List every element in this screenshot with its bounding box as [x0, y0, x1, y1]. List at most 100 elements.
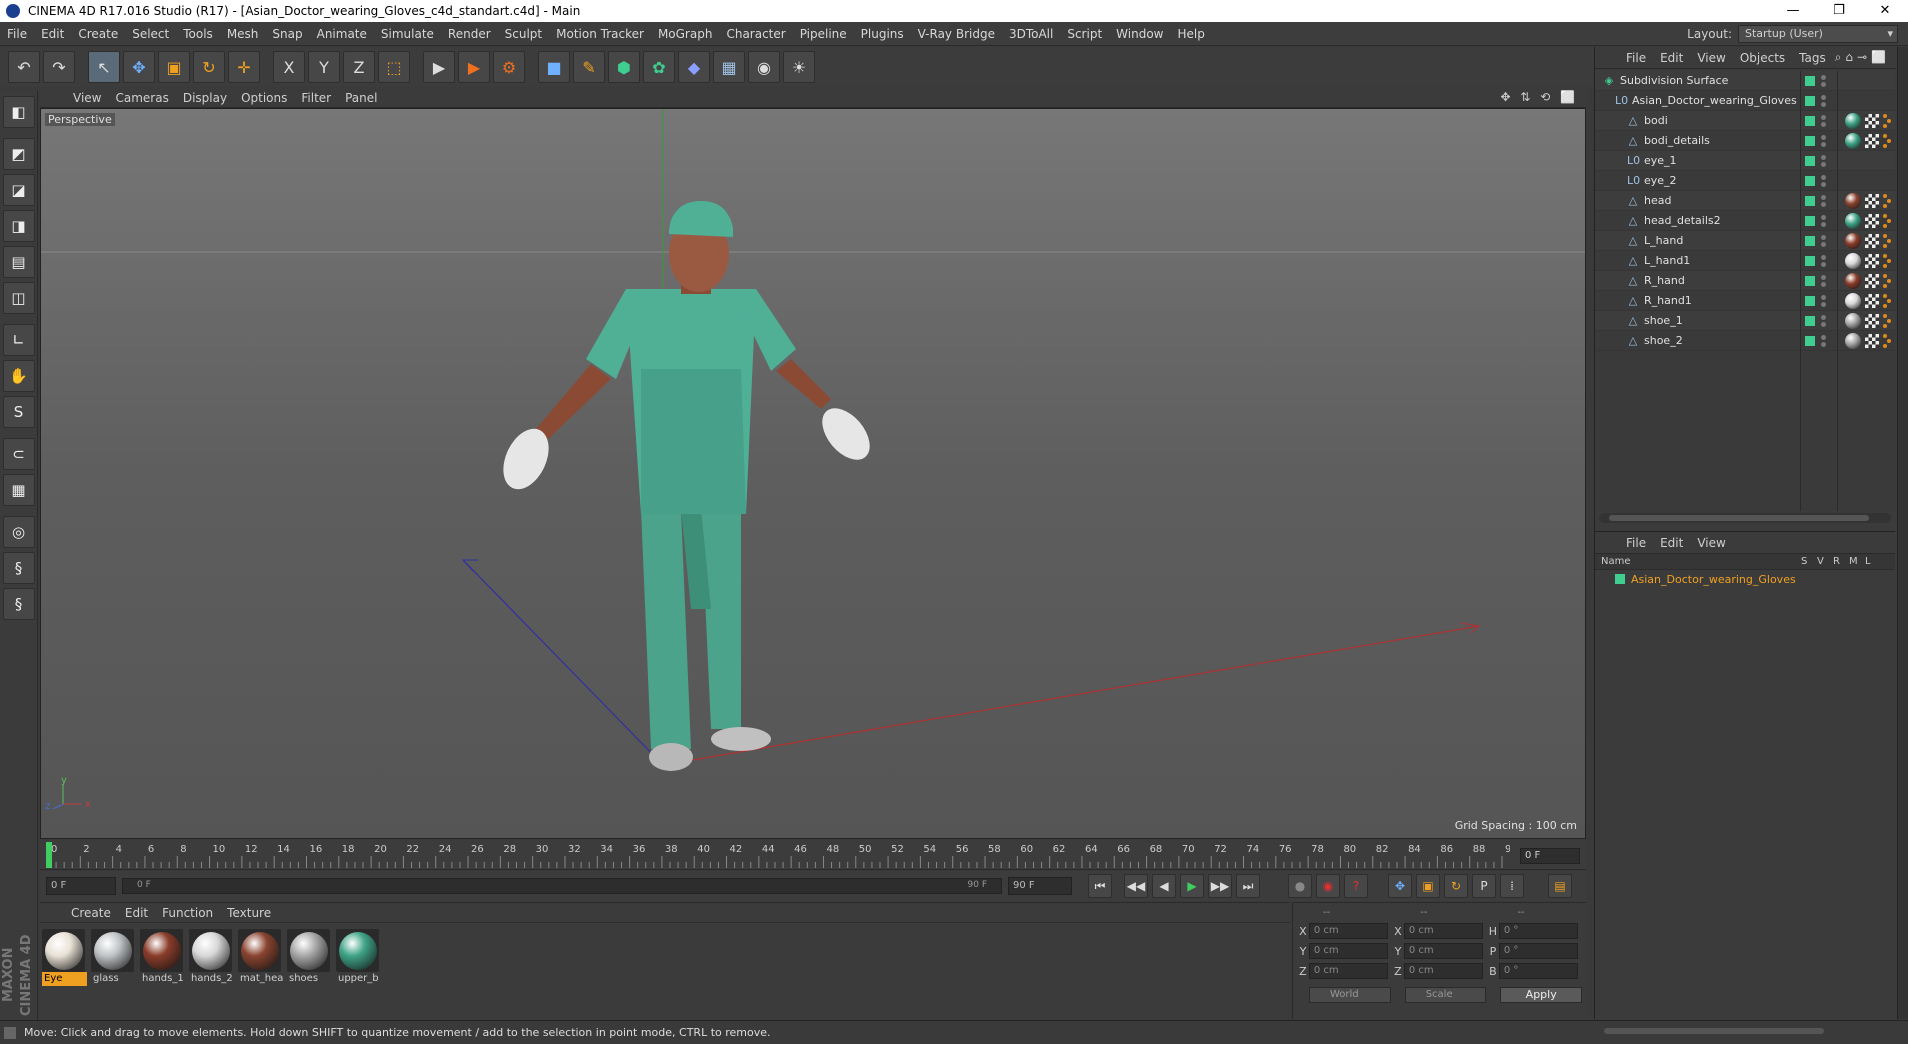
previous-frame-button[interactable]: ◀: [1152, 874, 1176, 898]
object-row[interactable]: △ head_details2: [1595, 211, 1895, 231]
render-settings-button[interactable]: ⚙: [493, 51, 525, 83]
minimize-button[interactable]: —: [1770, 0, 1816, 22]
editor-visibility-icon[interactable]: [1821, 115, 1826, 120]
rotate-tool-button[interactable]: ↻: [193, 51, 225, 83]
coord-value-field[interactable]: 0 cm: [1308, 943, 1388, 959]
render-visibility-icon[interactable]: [1821, 342, 1826, 347]
render-visibility-icon[interactable]: [1821, 102, 1826, 107]
axis-mode-icon[interactable]: ✋: [2, 360, 35, 392]
layer-toggle-icon[interactable]: [1805, 116, 1815, 126]
material-menu-create[interactable]: Create: [64, 906, 118, 920]
layer-toggle-icon[interactable]: [1805, 216, 1815, 226]
menu-help[interactable]: Help: [1170, 27, 1211, 41]
material-tag-icon[interactable]: [1845, 233, 1861, 249]
object-menu-view[interactable]: View: [1690, 51, 1732, 65]
coord-value-field[interactable]: 0 °: [1498, 943, 1578, 959]
layer-toggle-icon[interactable]: [1805, 156, 1815, 166]
render-view-button[interactable]: ▶: [423, 51, 455, 83]
timeline-ruler[interactable]: 0 2 4 6 8 10 12 14 16 18 20 22 24 26 28 30 32 34 36 38 40 42 4…: [40, 840, 1586, 870]
editor-visibility-icon[interactable]: [1821, 75, 1826, 80]
viewport-menu-panel[interactable]: Panel: [338, 91, 384, 105]
render-visibility-icon[interactable]: [1821, 262, 1826, 267]
menu-edit[interactable]: Edit: [34, 27, 71, 41]
menu-window[interactable]: Window: [1109, 27, 1170, 41]
material-swatch[interactable]: glass: [91, 929, 136, 986]
keyframe-selection-icon[interactable]: ?: [1344, 874, 1368, 898]
layer-toggle-icon[interactable]: [1805, 196, 1815, 206]
object-row[interactable]: △ R_hand1: [1595, 291, 1895, 311]
object-menu-objects[interactable]: Objects: [1733, 51, 1792, 65]
menu-pipeline[interactable]: Pipeline: [793, 27, 854, 41]
editor-visibility-icon[interactable]: [1821, 135, 1826, 140]
material-menu-edit[interactable]: Edit: [118, 906, 155, 920]
cloner-button[interactable]: ✿: [643, 51, 675, 83]
material-tag-icon[interactable]: [1845, 133, 1861, 149]
object-row[interactable]: △ head: [1595, 191, 1895, 211]
python-script2-icon[interactable]: §: [2, 588, 35, 620]
render-visibility-icon[interactable]: [1821, 142, 1826, 147]
move-tool-button[interactable]: ✥: [123, 51, 155, 83]
tweak-mode-icon[interactable]: S: [2, 396, 35, 428]
texture-tag-icon[interactable]: [1865, 254, 1879, 268]
editor-visibility-icon[interactable]: [1821, 95, 1826, 100]
material-tag-icon[interactable]: [1845, 333, 1861, 349]
material-tag-icon[interactable]: [1845, 313, 1861, 329]
pen-spline-button[interactable]: ✎: [573, 51, 605, 83]
texture-tag-icon[interactable]: [1865, 294, 1879, 308]
previous-keyframe-button[interactable]: ◀◀: [1124, 874, 1148, 898]
coord-value-field[interactable]: 0 cm: [1403, 943, 1483, 959]
end-frame-field[interactable]: 90 F: [1008, 877, 1072, 895]
viewport-menu-view[interactable]: View: [66, 91, 108, 105]
material-swatch[interactable]: hands_1: [140, 929, 185, 986]
render-visibility-icon[interactable]: [1821, 82, 1826, 87]
select-tool-button[interactable]: ↖: [88, 51, 120, 83]
texture-tag-icon[interactable]: [1865, 134, 1879, 148]
layer-toggle-icon[interactable]: [1805, 76, 1815, 86]
scale-tool-button[interactable]: ▣: [158, 51, 190, 83]
y-axis-lock-button[interactable]: Y: [308, 51, 340, 83]
menu-tools[interactable]: Tools: [176, 27, 220, 41]
size-mode-dropdown[interactable]: Scale: [1404, 987, 1487, 1003]
material-menu-texture[interactable]: Texture: [220, 906, 278, 920]
editor-visibility-icon[interactable]: [1821, 215, 1826, 220]
frame-range-slider[interactable]: 0 F 90 F: [122, 878, 1002, 894]
material-swatch[interactable]: shoes: [287, 929, 332, 986]
subdivision-surface-button[interactable]: ⬢: [608, 51, 640, 83]
rotation-key-icon[interactable]: ↻: [1444, 874, 1468, 898]
parameter-key-icon[interactable]: P: [1472, 874, 1496, 898]
undo-button[interactable]: ↶: [8, 51, 40, 83]
render-visibility-icon[interactable]: [1821, 162, 1826, 167]
object-row[interactable]: △ bodi: [1595, 111, 1895, 131]
editor-visibility-icon[interactable]: [1821, 155, 1826, 160]
go-to-end-button[interactable]: ⏭: [1236, 874, 1260, 898]
object-row[interactable]: △ L_hand: [1595, 231, 1895, 251]
texture-tag-icon[interactable]: [1865, 274, 1879, 288]
texture-tag-icon[interactable]: [1865, 234, 1879, 248]
object-menu-file[interactable]: File: [1619, 51, 1653, 65]
coord-value-field[interactable]: 0 cm: [1403, 923, 1483, 939]
object-row[interactable]: △ bodi_details: [1595, 131, 1895, 151]
menu-mesh[interactable]: Mesh: [220, 27, 266, 41]
layer-menu-file[interactable]: File: [1619, 536, 1653, 550]
render-visibility-icon[interactable]: [1821, 182, 1826, 187]
material-tag-icon[interactable]: [1845, 253, 1861, 269]
workplane-icon[interactable]: ◨: [2, 210, 35, 242]
point-level-key-icon[interactable]: ⁞: [1500, 874, 1524, 898]
texture-mode-icon[interactable]: ◪: [2, 174, 35, 206]
viewport-menu-filter[interactable]: Filter: [294, 91, 338, 105]
restore-button[interactable]: ❐: [1816, 0, 1862, 22]
object-row[interactable]: L0 eye_1: [1595, 151, 1895, 171]
coordinate-system-dropdown[interactable]: World: [1309, 987, 1391, 1003]
redo-button[interactable]: ↷: [43, 51, 75, 83]
texture-tag-icon[interactable]: [1865, 334, 1879, 348]
current-frame-field[interactable]: 0 F: [1520, 848, 1580, 864]
layer-menu-edit[interactable]: Edit: [1653, 536, 1690, 550]
menu-simulate[interactable]: Simulate: [374, 27, 441, 41]
camera-button[interactable]: ◉: [748, 51, 780, 83]
menu-character[interactable]: Character: [719, 27, 792, 41]
light-button[interactable]: ☀: [783, 51, 815, 83]
coordinate-system-button[interactable]: ⬚: [378, 51, 410, 83]
render-visibility-icon[interactable]: [1821, 242, 1826, 247]
menu-select[interactable]: Select: [125, 27, 176, 41]
x-axis-lock-button[interactable]: X: [273, 51, 305, 83]
